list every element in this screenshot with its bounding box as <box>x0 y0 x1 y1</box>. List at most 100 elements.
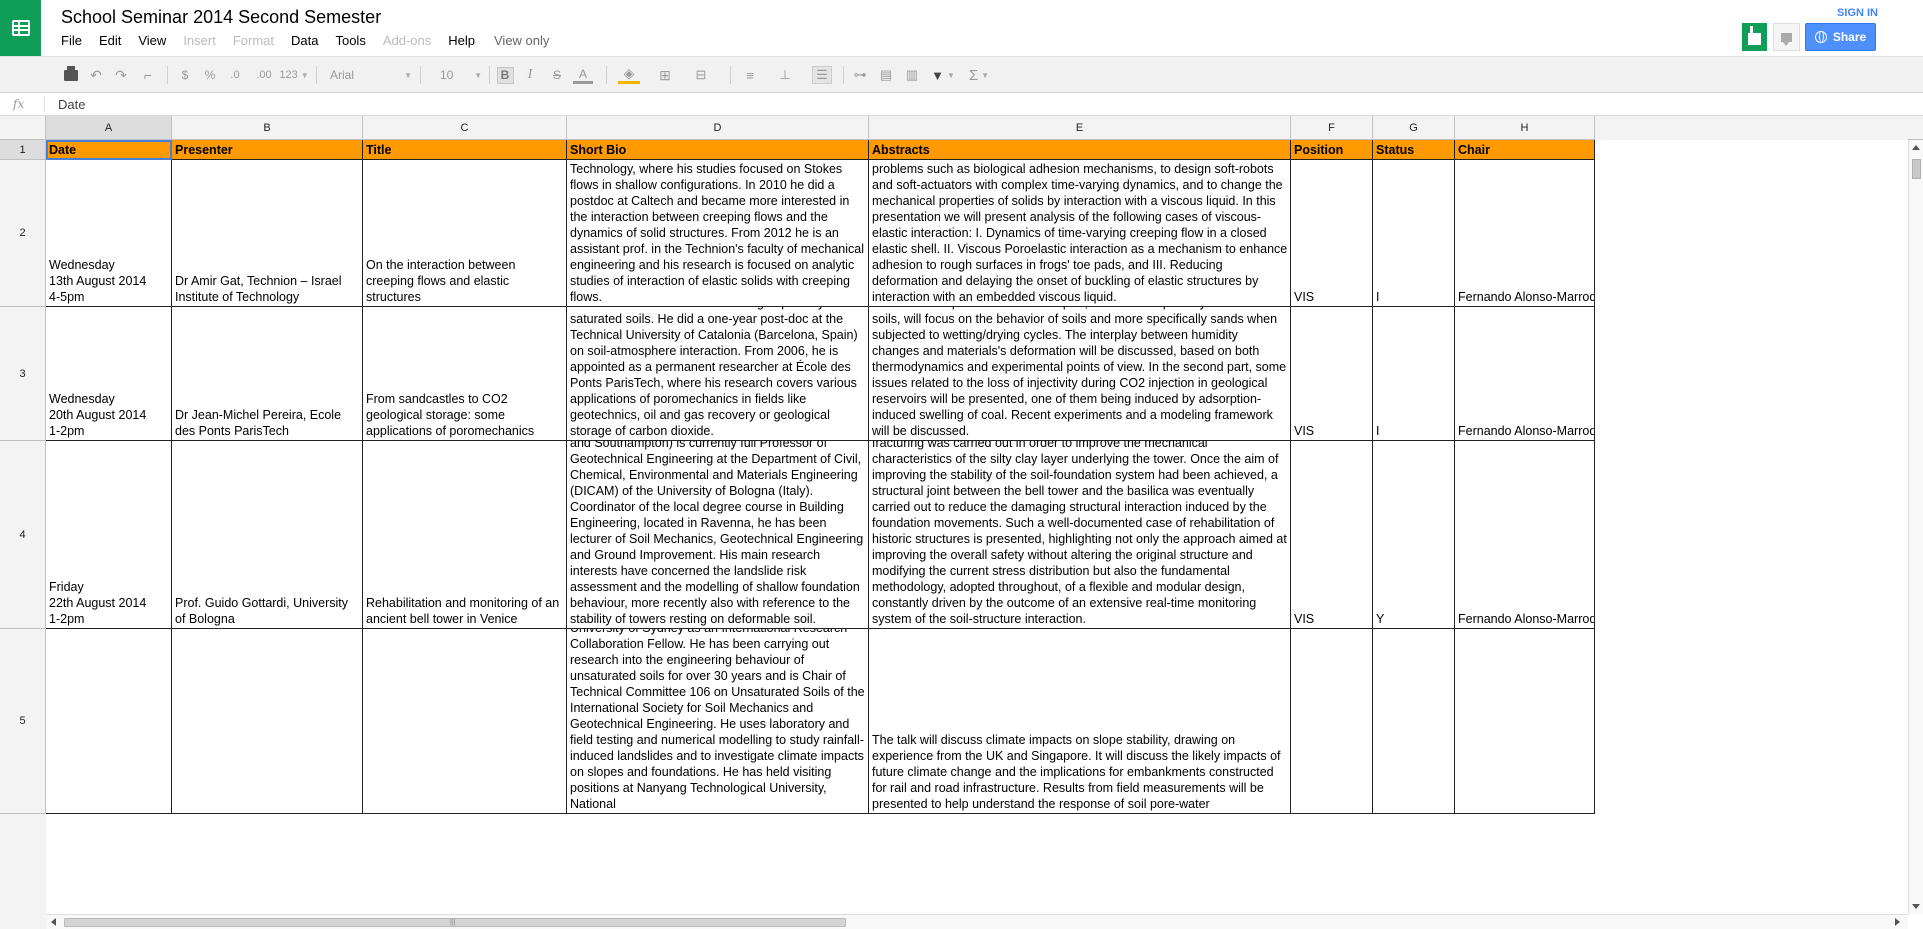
print-icon[interactable] <box>63 65 79 84</box>
cell-chair[interactable]: Fernando Alonso-Marroquin <box>1455 160 1595 307</box>
menu-insert[interactable]: Insert <box>183 33 216 48</box>
scroll-down-icon[interactable] <box>1912 904 1920 909</box>
text-color-button[interactable]: A <box>573 66 593 84</box>
decrease-decimals-button[interactable]: .0 <box>226 66 244 84</box>
cell-abstract[interactable]: In this talk, a few applications of poro… <box>869 307 1291 441</box>
menu-view[interactable]: View <box>138 33 166 48</box>
cell-date[interactable]: Wednesday 20th August 2014 1-2pm <box>46 307 172 441</box>
cell-title[interactable] <box>363 629 567 814</box>
cell-status[interactable]: I <box>1373 160 1455 307</box>
menu-edit[interactable]: Edit <box>99 33 121 48</box>
cell-position[interactable]: VIS <box>1291 160 1373 307</box>
cell-title[interactable]: On the interaction between creeping flow… <box>363 160 567 307</box>
cell-short-bio[interactable]: Professor David Toll is Professor of Eng… <box>567 629 869 814</box>
comments-icon[interactable] <box>1773 23 1800 51</box>
increase-decimals-button[interactable]: .00 <box>254 66 274 84</box>
cell-presenter[interactable]: Prof. Guido Gottardi, University of Bolo… <box>172 441 363 629</box>
more-formats-dropdown[interactable]: 123 ▼ <box>279 66 309 84</box>
column-header-a[interactable]: A <box>46 116 172 140</box>
horizontal-scroll-thumb[interactable]: ||| <box>64 918 846 927</box>
cell-short-bio[interactable]: Amir Gat did his B.Sc. and Ph.D. in the … <box>567 160 869 307</box>
paint-format-icon[interactable]: ⌐ <box>140 66 156 84</box>
document-title[interactable]: School Seminar 2014 Second Semester <box>61 7 381 28</box>
menu-tools[interactable]: Tools <box>335 33 365 48</box>
row-header-1[interactable]: 1 <box>0 140 46 160</box>
column-header-g[interactable]: G <box>1373 116 1455 140</box>
column-header-f[interactable]: F <box>1291 116 1373 140</box>
horizontal-scrollbar[interactable]: ||| <box>46 914 1908 929</box>
column-title-title[interactable]: Title <box>363 140 567 160</box>
cell-title[interactable]: From sandcastles to CO2 geological stora… <box>363 307 567 441</box>
row-header-2[interactable]: 2 <box>0 160 46 307</box>
italic-button[interactable]: I <box>522 66 538 84</box>
strikethrough-button[interactable]: S <box>549 66 565 84</box>
menu-help[interactable]: Help <box>448 33 475 48</box>
anonymous-user-icon[interactable] <box>1742 23 1767 51</box>
font-size-dropdown[interactable]: 10 ▼ <box>440 66 482 84</box>
cell-position[interactable]: VIS <box>1291 307 1373 441</box>
bold-button[interactable]: B <box>496 66 514 84</box>
column-title-status[interactable]: Status <box>1373 140 1455 160</box>
horizontal-align-icon[interactable]: ≡ <box>741 66 759 84</box>
cell-chair[interactable]: Fernando Alonso-Marroquin <box>1455 307 1595 441</box>
menu-data[interactable]: Data <box>291 33 318 48</box>
cell-status[interactable]: I <box>1373 307 1455 441</box>
cell-position[interactable] <box>1291 629 1373 814</box>
functions-button[interactable]: Σ ▼ <box>964 66 994 84</box>
text-wrapping-icon[interactable]: ☰ <box>812 66 832 84</box>
currency-format-button[interactable]: $ <box>178 66 192 84</box>
insert-chart-icon[interactable]: ▥ <box>903 66 921 84</box>
cell-presenter[interactable]: Dr Amir Gat, Technion – Israel Institute… <box>172 160 363 307</box>
scroll-right-icon[interactable] <box>1895 918 1900 926</box>
select-all-corner[interactable] <box>0 116 46 140</box>
column-title-presenter[interactable]: Presenter <box>172 140 363 160</box>
cell-status[interactable] <box>1373 629 1455 814</box>
cell-short-bio[interactable]: Jean-Michel Pereira graduated from ENTPE… <box>567 307 869 441</box>
menu-file[interactable]: File <box>61 33 82 48</box>
cell-chair[interactable] <box>1455 629 1595 814</box>
share-button[interactable]: Share <box>1805 23 1876 51</box>
cell-short-bio[interactable]: Guido Gottardi (PhD in Geotechnical Engi… <box>567 441 869 629</box>
borders-icon[interactable]: ⊞ <box>656 66 674 84</box>
column-header-d[interactable]: D <box>567 116 869 140</box>
cell-chair[interactable]: Fernando Alonso-Marroquin <box>1455 441 1595 629</box>
vertical-align-icon[interactable]: ⊥ <box>776 66 794 84</box>
row-header-3[interactable]: 3 <box>0 307 46 441</box>
font-family-dropdown[interactable]: Arial ▼ <box>330 66 412 84</box>
scroll-left-icon[interactable] <box>51 918 56 926</box>
cell-date[interactable]: Friday 22th August 2014 1-2pm <box>46 441 172 629</box>
column-title-position[interactable]: Position <box>1291 140 1373 160</box>
cell-abstract[interactable]: The talk will discuss climate impacts on… <box>869 629 1291 814</box>
column-title-abstract[interactable]: Abstracts <box>869 140 1291 160</box>
formula-input[interactable]: Date <box>58 97 85 112</box>
row-header-4[interactable]: 4 <box>0 441 46 629</box>
scroll-up-icon[interactable] <box>1912 145 1920 150</box>
column-title-short-bio[interactable]: Short Bio <box>567 140 869 160</box>
fill-color-icon[interactable]: ◈ <box>618 65 640 84</box>
merge-cells-icon[interactable]: ⊟ <box>690 66 712 84</box>
cell-date[interactable]: Wednesday 13th August 2014 4-5pm <box>46 160 172 307</box>
row-header-5[interactable]: 5 <box>0 629 46 814</box>
percent-format-button[interactable]: % <box>202 66 218 84</box>
sign-in-link[interactable]: SIGN IN <box>1837 7 1878 19</box>
menu-add-ons[interactable]: Add-ons <box>383 33 431 48</box>
cell-presenter[interactable]: Dr Jean-Michel Pereira, Ecole des Ponts … <box>172 307 363 441</box>
column-header-b[interactable]: B <box>172 116 363 140</box>
vertical-scroll-thumb[interactable] <box>1912 159 1921 179</box>
menu-format[interactable]: Format <box>233 33 274 48</box>
sheets-logo-icon[interactable] <box>0 0 41 56</box>
column-header-e[interactable]: E <box>869 116 1291 140</box>
undo-icon[interactable]: ↶ <box>88 66 104 84</box>
redo-icon[interactable]: ↷ <box>113 66 129 84</box>
insert-comment-icon[interactable]: ▤ <box>878 66 894 84</box>
cell-abstract[interactable]: Viscous flows in contact with elastic st… <box>869 160 1291 307</box>
cell-presenter[interactable] <box>172 629 363 814</box>
column-title-date[interactable]: Date <box>46 140 172 160</box>
cell-title[interactable]: Rehabilitation and monitoring of an anci… <box>363 441 567 629</box>
vertical-scrollbar[interactable] <box>1908 140 1923 914</box>
cell-date[interactable] <box>46 629 172 814</box>
cell-status[interactable]: Y <box>1373 441 1455 629</box>
cell-abstract[interactable]: The Frari bell tower, the second tallest… <box>869 441 1291 629</box>
insert-link-icon[interactable]: ⊶ <box>851 66 869 84</box>
filter-icon[interactable]: ▼ ▼ <box>928 66 958 84</box>
